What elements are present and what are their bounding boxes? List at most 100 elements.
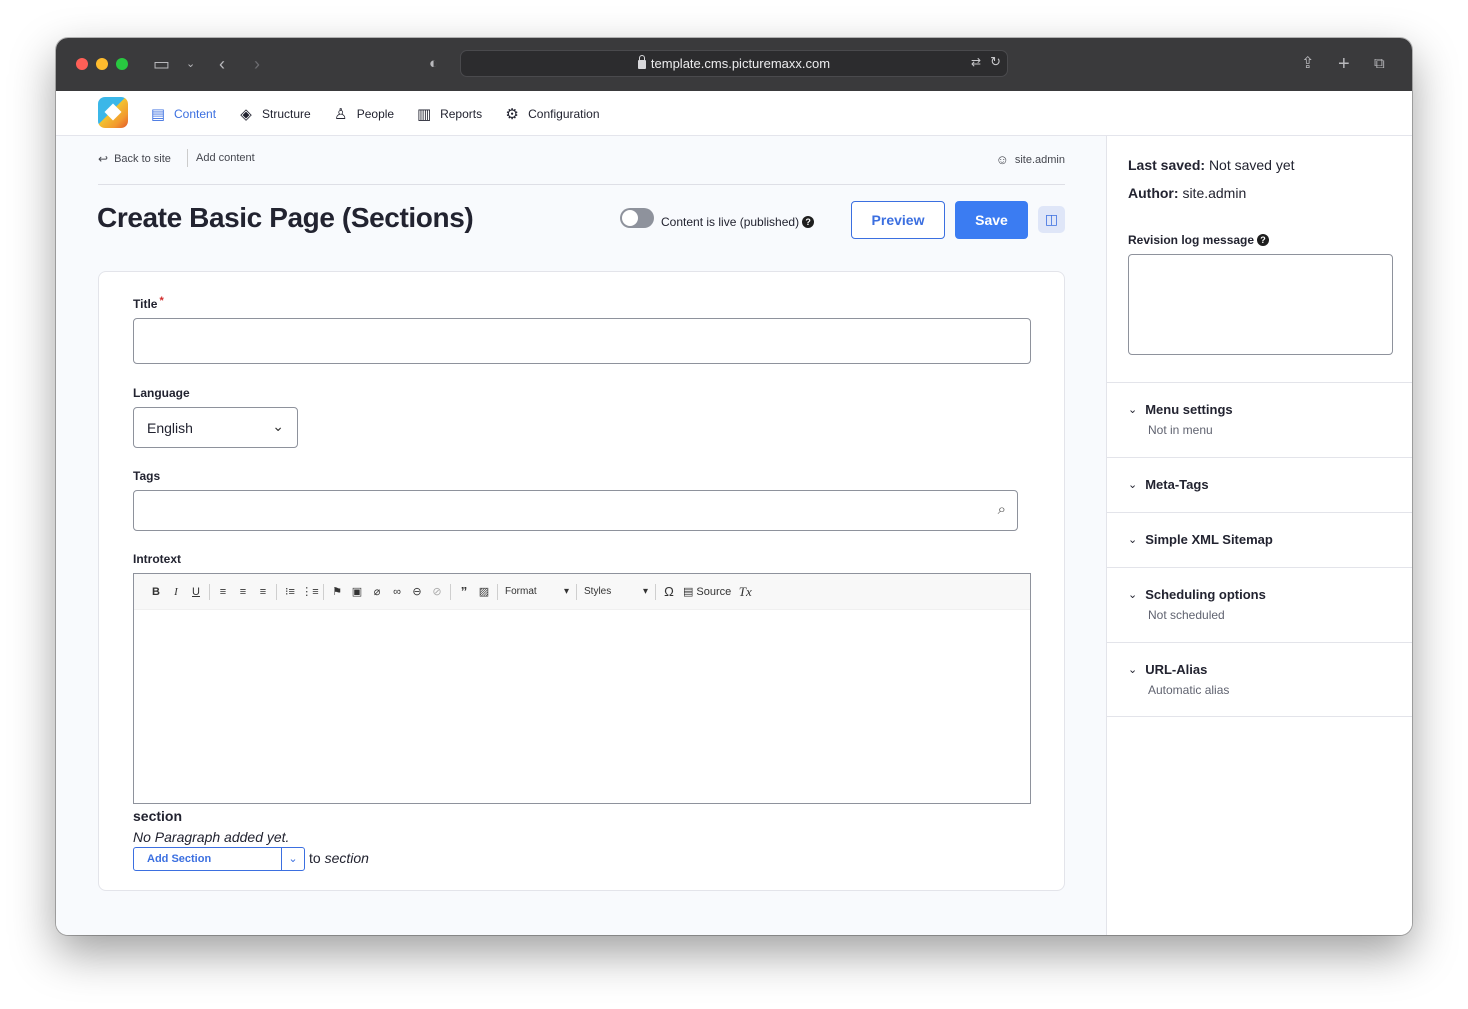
language-select[interactable]: English ⌄ xyxy=(133,407,298,448)
last-saved-label: Last saved: xyxy=(1128,157,1206,173)
help-icon[interactable]: ? xyxy=(802,216,815,228)
nav-item-content[interactable]: ▤ Content xyxy=(150,105,216,123)
site-logo[interactable] xyxy=(98,97,128,128)
user-menu[interactable]: ☺ site.admin xyxy=(996,152,1065,167)
toolbar-separator xyxy=(276,583,277,600)
revision-log-textarea[interactable] xyxy=(1128,254,1393,355)
forward-arrow-icon[interactable]: › xyxy=(254,52,260,76)
search-icon: ⌕ xyxy=(997,501,1006,518)
anchor-flag-icon[interactable]: ⚑ xyxy=(327,585,347,598)
author: Author: site.admin xyxy=(1128,185,1246,201)
breadcrumb-current: Add content xyxy=(196,152,255,164)
back-to-site-link[interactable]: ↩ Back to site xyxy=(98,152,171,166)
reload-icon[interactable]: ↻ xyxy=(990,54,1001,70)
author-value: site.admin xyxy=(1182,185,1247,201)
accordion-summary: Automatic alias xyxy=(1148,683,1230,697)
chevron-down-icon: ⌄ xyxy=(1128,589,1138,601)
numbered-list-icon[interactable]: ⋮≡ xyxy=(300,585,320,598)
author-label: Author: xyxy=(1128,185,1179,201)
unlink-icon[interactable]: ⊖ xyxy=(407,585,427,598)
to-text: to xyxy=(309,850,321,866)
remove-format-icon[interactable]: Tx xyxy=(735,584,755,600)
special-character-icon[interactable]: Ω xyxy=(659,584,679,599)
title-input[interactable] xyxy=(133,318,1031,364)
breadcrumb: ↩ Back to site Add content ☺ site.admin xyxy=(98,149,1065,185)
new-tab-icon[interactable]: + xyxy=(1338,52,1350,76)
user-name: site.admin xyxy=(1014,153,1065,166)
styles-dropdown[interactable]: Styles ▾ xyxy=(580,586,652,597)
caret-down-icon: ▾ xyxy=(642,586,648,597)
accordion-menu-settings[interactable]: ⌄ Menu settings Not in menu xyxy=(1107,382,1412,457)
add-section-button[interactable]: Add Section ⌄ xyxy=(133,847,305,871)
remove-link-icon[interactable]: ⊘ xyxy=(427,585,447,598)
toolbar-separator xyxy=(450,583,451,600)
toggle-sidebar-button[interactable]: ◫ xyxy=(1038,206,1065,233)
accordion-meta-tags[interactable]: ⌄ Meta-Tags xyxy=(1107,457,1412,512)
to-target: section xyxy=(324,850,369,866)
align-right-icon[interactable]: ≡ xyxy=(253,586,273,598)
help-icon[interactable]: ? xyxy=(1257,234,1270,246)
url-text: template.cms.picturemaxx.com xyxy=(650,56,831,71)
add-to-target: to section xyxy=(309,850,369,866)
title-label: Title * xyxy=(133,295,164,311)
align-center-icon[interactable]: ≡ xyxy=(233,586,253,598)
nav-item-reports[interactable]: ▥ Reports xyxy=(416,105,482,123)
address-bar[interactable]: template.cms.picturemaxx.com ⇄ ↻ xyxy=(460,50,1008,77)
accordion-summary: Not scheduled xyxy=(1148,608,1225,622)
nav-item-configuration[interactable]: ⚙ Configuration xyxy=(504,105,599,123)
nav-item-label: People xyxy=(356,106,395,121)
attachment-icon[interactable]: ⌀ xyxy=(367,585,387,598)
browser-chrome: ▭ ⌄ ‹ › ◐ template.cms.picturemaxx.com ⇄… xyxy=(56,38,1412,91)
link-icon[interactable]: ∞ xyxy=(387,586,407,598)
share-icon[interactable]: ⇪ xyxy=(1301,52,1314,76)
tabs-overview-icon[interactable]: ⧉ xyxy=(1374,52,1385,76)
bulleted-list-icon[interactable]: ⁝≡ xyxy=(280,585,300,598)
image-icon[interactable]: ▨ xyxy=(474,585,494,598)
chevron-down-icon[interactable]: ⌄ xyxy=(281,848,304,870)
close-window-button[interactable] xyxy=(76,58,88,70)
minimize-window-button[interactable] xyxy=(96,58,108,70)
back-to-site-label: Back to site xyxy=(114,153,171,165)
introtext-label: Introtext xyxy=(133,552,181,566)
tags-label: Tags xyxy=(133,469,161,483)
published-toggle[interactable] xyxy=(620,208,654,228)
align-left-icon[interactable]: ≡ xyxy=(213,586,233,598)
nav-item-structure[interactable]: ◈ Structure xyxy=(238,105,310,123)
zoom-window-button[interactable] xyxy=(116,58,128,70)
section-title: section xyxy=(133,808,183,824)
media-icon[interactable]: ▣ xyxy=(347,585,367,598)
accordion-scheduling[interactable]: ⌄ Scheduling options Not scheduled xyxy=(1107,567,1412,642)
accordion-url-alias[interactable]: ⌄ URL-Alias Automatic alias xyxy=(1107,642,1412,717)
introtext-editor: B I U ≡ ≡ ≡ ⁝≡ ⋮≡ ⚑ ▣ ⌀ ∞ ⊖ ⊘ ” ▨ Format… xyxy=(133,573,1031,804)
main-nav: ▤ Content ◈ Structure ♙ People ▥ Reports… xyxy=(150,91,600,136)
preview-button[interactable]: Preview xyxy=(851,201,945,239)
toolbar-separator xyxy=(655,583,656,600)
browser-window: ▭ ⌄ ‹ › ◐ template.cms.picturemaxx.com ⇄… xyxy=(56,38,1412,935)
format-label: Format xyxy=(505,586,537,597)
chevron-down-icon[interactable]: ⌄ xyxy=(186,52,195,76)
sidebar-toggle-icon[interactable]: ▭ xyxy=(153,52,170,76)
tags-input[interactable]: ⌕ xyxy=(133,490,1018,531)
chevron-down-icon: ⌄ xyxy=(1128,479,1138,491)
save-button[interactable]: Save xyxy=(955,201,1028,239)
editor-body[interactable] xyxy=(134,610,1030,803)
shield-icon[interactable]: ◐ xyxy=(429,52,438,76)
translate-icon[interactable]: ⇄ xyxy=(971,55,981,69)
chevron-down-icon: ⌄ xyxy=(1128,664,1138,676)
blockquote-icon[interactable]: ” xyxy=(454,584,474,599)
toolbar-separator xyxy=(576,583,577,600)
underline-icon[interactable]: U xyxy=(186,586,206,598)
format-dropdown[interactable]: Format ▾ xyxy=(501,586,573,597)
nav-item-label: Reports xyxy=(440,106,483,121)
toolbar-separator xyxy=(209,583,210,600)
chevron-down-icon: ⌄ xyxy=(1128,404,1138,416)
layers-icon: ◈ xyxy=(240,105,252,123)
bold-icon[interactable]: B xyxy=(146,586,166,598)
accordion-xml-sitemap[interactable]: ⌄ Simple XML Sitemap xyxy=(1107,512,1412,567)
back-arrow-icon[interactable]: ‹ xyxy=(219,52,225,76)
source-button[interactable]: ▤ Source xyxy=(679,585,735,599)
accordion-title: Meta-Tags xyxy=(1145,477,1209,492)
add-section-label: Add Section xyxy=(147,853,212,865)
nav-item-people[interactable]: ♙ People xyxy=(333,105,394,123)
italic-icon[interactable]: I xyxy=(166,586,186,598)
